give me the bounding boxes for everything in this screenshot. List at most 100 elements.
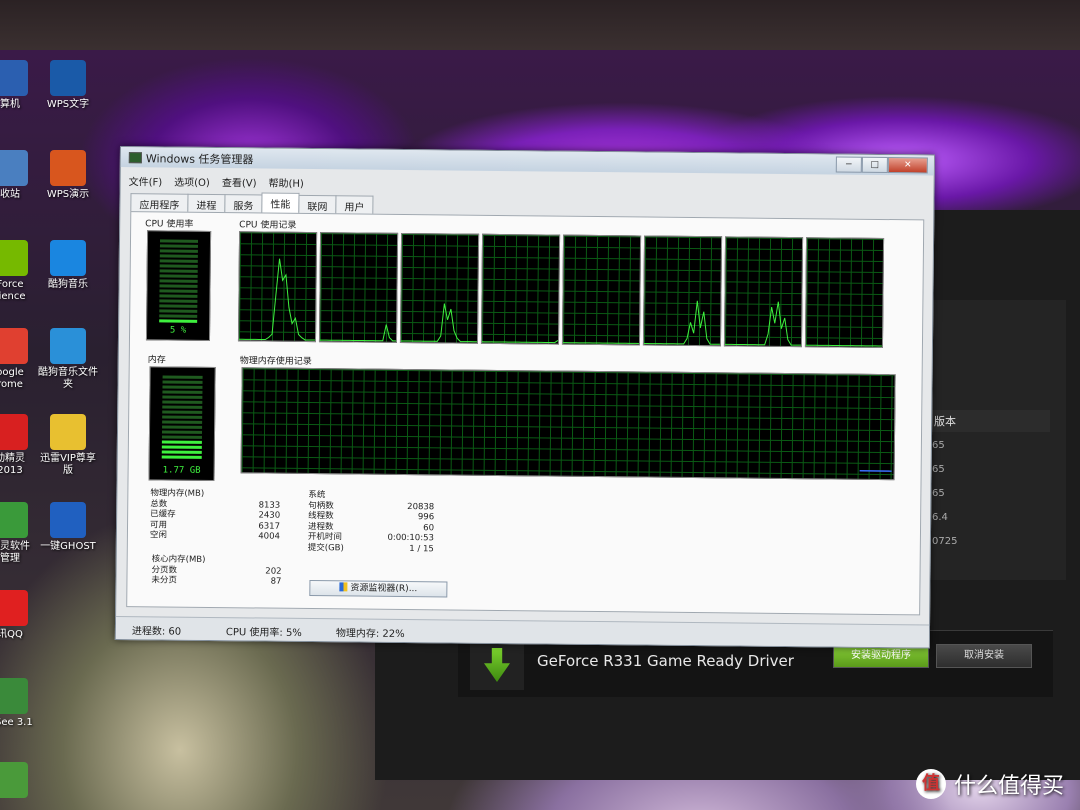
physical-memory-label: 空闲 <box>149 530 167 541</box>
desktop-icon-label: 迅雷VIP尊享版 <box>40 453 96 476</box>
status-cpu: CPU 使用率: 5% <box>225 627 302 639</box>
status-processes: 进程数: 60 <box>131 626 182 638</box>
desktop-icon-label: 一键GHOST <box>40 541 96 552</box>
desktop-icon[interactable]: 酷狗音乐文件夹 <box>36 328 100 391</box>
app-icon <box>0 414 28 450</box>
watermark-badge: 值 <box>915 769 946 799</box>
physical-memory-value: 4004 <box>258 531 280 542</box>
app-icon <box>0 60 28 96</box>
cpu-core-graph <box>723 236 804 348</box>
maximize-button[interactable]: □ <box>861 156 888 174</box>
physical-memory-value: 2430 <box>258 510 281 521</box>
cpu-usage-value: 5 % <box>169 325 187 336</box>
desktop-icon[interactable]: 一键GHOST <box>36 502 100 553</box>
cpu-usage-line <box>481 339 559 344</box>
tab-performance[interactable]: 性能 <box>261 192 300 214</box>
resource-monitor-label: 资源监视器(R)... <box>350 583 418 595</box>
nvidia-version-header: 版本 <box>930 410 1050 432</box>
system-row: 提交(GB) 1 / 15 <box>308 542 434 554</box>
cancel-install-button[interactable]: 取消安装 <box>936 644 1032 668</box>
status-memory: 物理内存: 22% <box>335 628 405 641</box>
app-icon <box>0 240 28 276</box>
tab-processes[interactable]: 进程 <box>187 193 226 214</box>
system-value: 60 <box>423 522 435 533</box>
system-stats: 系统 句柄数 20838 线程数 996 进程数 60 开机时间 0:00:10:53 提交(G… <box>308 490 435 554</box>
system-label: 提交(GB) <box>307 542 344 553</box>
cpu-core-graph <box>480 233 561 345</box>
physical-memory-label: 已缓存 <box>150 509 176 520</box>
memory-history-graph <box>240 367 896 481</box>
physical-memory-label: 可用 <box>149 519 168 531</box>
tab-networking[interactable]: 联网 <box>298 194 337 215</box>
nvidia-version-cell: 65 <box>932 440 945 451</box>
app-icon <box>50 150 86 186</box>
desktop-icon-label: WPS演示 <box>46 189 90 200</box>
app-icon <box>50 328 86 364</box>
system-value: 20838 <box>407 501 435 512</box>
physical-memory-row: 空闲 4004 <box>150 530 280 542</box>
task-manager-window: Windows 任务管理器 − □ ✕ 文件(F) 选项(O) 查看(V) 帮助… <box>114 146 935 649</box>
cpu-usage-line <box>319 324 396 342</box>
system-value: 1 / 15 <box>409 543 434 554</box>
uac-shield-icon <box>339 582 348 592</box>
desktop-icon[interactable]: DSee 3.1 <box>0 678 42 729</box>
physical-memory-stats: 物理内存(MB) 总数 8133 已缓存 2430 可用 6317 空闲 4004 <box>150 488 281 542</box>
system-value: 0:00:10:53 <box>387 532 434 544</box>
nvidia-download-icon <box>470 640 524 690</box>
app-icon <box>0 502 28 538</box>
nvidia-version-cell: 0725 <box>932 536 958 547</box>
task-manager-icon <box>128 152 142 164</box>
physical-memory-row: 已缓存 2430 <box>150 509 280 521</box>
menu-help[interactable]: 帮助(H) <box>268 175 303 191</box>
resource-monitor-button[interactable]: 资源监视器(R)... <box>309 580 448 598</box>
minimize-button[interactable]: − <box>835 156 862 173</box>
cpu-usage-line <box>724 301 801 346</box>
kernel-memory-value: 87 <box>270 576 282 587</box>
cpu-usage-line <box>562 342 639 344</box>
cpu-usage-line <box>238 258 315 341</box>
memory-value: 1.77 GB <box>162 465 201 476</box>
kernel-memory-row: 未分页 87 <box>151 575 281 587</box>
nvidia-version-cell: 65 <box>932 488 945 499</box>
desktop-icon-label: 讯QQ <box>0 629 23 640</box>
cpu-usage-line <box>643 300 720 345</box>
desktop-icon[interactable]: WPS文字 <box>36 60 100 111</box>
kernel-memory-label: 未分页 <box>151 575 178 586</box>
desktop-icon-label: WPS文字 <box>46 99 90 110</box>
close-button[interactable]: ✕ <box>887 157 928 174</box>
cpu-core-graph <box>642 235 723 347</box>
app-icon <box>50 414 86 450</box>
app-icon <box>0 150 28 186</box>
desktop-icon-label: 酷狗音乐 <box>48 279 88 290</box>
menu-options[interactable]: 选项(O) <box>174 174 210 190</box>
system-label: 开机时间 <box>307 531 342 543</box>
kernel-memory-value: 202 <box>265 566 282 577</box>
menu-bar: 文件(F) 选项(O) 查看(V) 帮助(H) <box>129 173 304 191</box>
desktop-icon[interactable]: 讯QQ <box>0 590 42 641</box>
cpu-usage-line <box>805 344 882 347</box>
memory-label: 内存 <box>147 355 166 366</box>
desktop-icon[interactable]: WPS演示 <box>36 150 100 201</box>
nvidia-driver-title: GeForce R331 Game Ready Driver <box>537 652 794 670</box>
menu-view[interactable]: 查看(V) <box>222 174 257 190</box>
cpu-core-graph <box>399 232 480 344</box>
physical-memory-value: 8133 <box>258 499 281 511</box>
desktop-icon[interactable] <box>0 762 42 801</box>
tab-applications[interactable]: 应用程序 <box>130 193 189 213</box>
cpu-core-graph <box>561 234 642 346</box>
nvidia-version-cell: 65 <box>932 464 945 475</box>
tab-users[interactable]: 用户 <box>335 195 374 215</box>
physical-memory-header: 物理内存(MB) <box>150 488 205 499</box>
desktop-icon-label: 酷狗音乐文件夹 <box>38 367 98 390</box>
app-icon <box>50 60 86 96</box>
cpu-usage-line <box>400 303 477 343</box>
menu-file[interactable]: 文件(F) <box>129 173 163 189</box>
desktop-icon[interactable]: 迅雷VIP尊享版 <box>36 414 100 477</box>
physical-memory-label: 总数 <box>150 498 168 510</box>
desktop-icon[interactable]: 酷狗音乐 <box>36 240 100 291</box>
tab-services[interactable]: 服务 <box>224 194 263 214</box>
cpu-usage-label: CPU 使用率 <box>145 219 194 230</box>
system-value: 996 <box>417 512 435 523</box>
kernel-memory-stats: 核心内存(MB) 分页数 202 未分页 87 <box>151 554 281 587</box>
system-label: 进程数 <box>307 521 334 532</box>
